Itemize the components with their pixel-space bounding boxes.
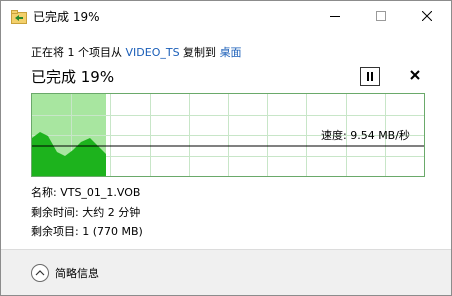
window-title: 已完成 19% <box>33 10 100 24</box>
fewer-details-button[interactable]: 简略信息 <box>31 264 99 282</box>
minimize-icon <box>330 16 340 17</box>
copy-description: 正在将 1 个项目从 VIDEO_TS 复制到 桌面 <box>31 44 242 60</box>
copy-folder-icon <box>11 10 27 24</box>
window-close-button[interactable] <box>404 1 450 31</box>
copy-prefix: 正在将 1 个项目从 <box>31 46 126 59</box>
title-bar: 已完成 19% <box>1 1 451 33</box>
pause-button[interactable] <box>360 67 380 86</box>
copy-middle: 复制到 <box>179 46 220 59</box>
time-remaining: 剩余时间: 大约 2 分钟 <box>31 206 141 219</box>
fewer-details-label: 简略信息 <box>55 267 99 280</box>
maximize-button[interactable] <box>358 1 404 31</box>
items-remaining: 剩余项目: 1 (770 MB) <box>31 225 143 238</box>
close-icon <box>422 11 432 21</box>
minimize-button[interactable] <box>312 1 358 31</box>
pause-icon <box>367 72 373 81</box>
cancel-icon <box>410 70 420 80</box>
maximize-icon <box>376 11 386 21</box>
cancel-copy-button[interactable] <box>408 68 422 82</box>
chevron-up-icon <box>35 270 45 276</box>
source-folder-link[interactable]: VIDEO_TS <box>126 46 180 59</box>
progress-percent: 已完成 19% <box>31 68 115 86</box>
file-copy-dialog: 已完成 19% 正在将 1 个项目从 VIDEO_TS 复制到 桌面 已完成 1… <box>0 0 452 296</box>
speed-label: 速度: 9.54 MB/秒 <box>321 129 410 142</box>
destination-folder-link[interactable]: 桌面 <box>220 46 242 59</box>
file-name: 名称: VTS_01_1.VOB <box>31 186 141 199</box>
chevron-up-circle-icon <box>31 264 49 282</box>
